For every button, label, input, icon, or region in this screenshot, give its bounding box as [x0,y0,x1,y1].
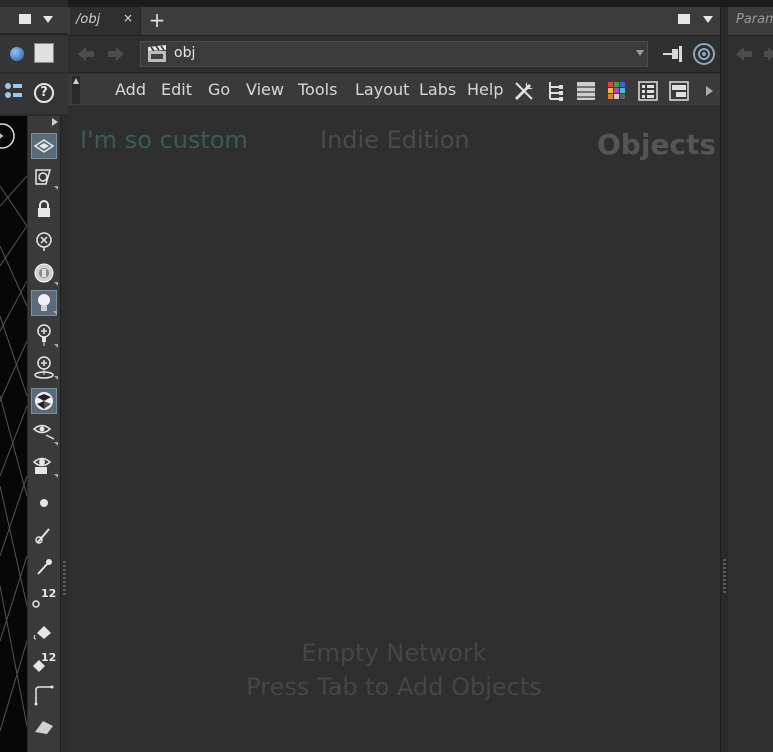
dot-icon[interactable] [31,490,57,516]
point-light-icon[interactable] [31,322,58,348]
add-tab-button[interactable]: + [148,7,166,33]
menu-view[interactable]: View [246,80,284,99]
back-arrow-icon[interactable] [734,44,754,64]
empty-network-hint: Press Tab to Add Objects [246,673,542,701]
tools-icon[interactable] [512,79,536,103]
menu-handle[interactable] [72,76,80,104]
path-field[interactable] [140,41,648,67]
pane-menu-icon[interactable] [43,16,53,23]
clapperboard-icon [146,44,168,64]
angle-curve-icon[interactable] [31,682,57,708]
light-bulb-icon[interactable] [31,290,57,316]
pen-icon[interactable] [31,554,57,580]
tab-obj-label: /obj [76,12,101,27]
shelf-number-1: 12 [41,587,56,600]
menu-add[interactable]: Add [115,80,146,99]
forward-arrow-icon[interactable] [764,44,773,64]
pane-maximize-icon[interactable] [678,14,690,24]
paint-bucket-icon[interactable] [31,618,57,644]
viewport-grid[interactable] [0,116,27,752]
shape-icon[interactable] [31,714,57,740]
pane-maximize-icon[interactable] [19,14,31,24]
outliner-icon[interactable] [4,82,24,104]
tab-close-icon[interactable]: × [123,11,133,25]
camera-lens-icon[interactable] [31,260,58,286]
view-eye-icon[interactable] [31,420,58,446]
spot-light-icon[interactable] [31,354,58,380]
path-dropdown-icon[interactable] [636,50,644,56]
edition-watermark: Indie Edition [320,126,470,154]
pin-icon[interactable] [662,44,684,64]
viewport-toolbar-row [0,36,68,72]
divider-grip-icon[interactable] [723,559,726,595]
custom-watermark: I'm so custom [80,126,248,154]
tree-view-icon[interactable] [544,79,568,103]
viewport-toolbar-row-2: ? [0,74,68,114]
brush-icon[interactable] [31,522,57,548]
link-icon[interactable] [692,42,716,66]
empty-network-message: Empty Network [301,639,487,667]
list-view-icon[interactable] [574,79,598,103]
pane-menu-icon[interactable] [703,16,713,23]
number-point-icon[interactable]: 12 [31,585,57,611]
number-bucket-icon[interactable]: 12 [31,649,57,675]
shelf-buttons: 12 12 [28,116,60,752]
camera-eye-icon[interactable] [31,452,58,478]
back-arrow-icon[interactable] [76,44,96,64]
pane-controls [678,12,714,28]
transform-grid-icon[interactable] [31,133,57,159]
background-display-icon[interactable] [34,43,54,63]
network-view-icon[interactable] [667,79,691,103]
parameter-pane [728,7,773,752]
network-context-label: Objects [597,128,717,161]
color-palette-icon[interactable] [605,79,629,103]
menu-overflow-icon[interactable] [706,86,713,96]
scene-view-tab-bar [0,7,68,34]
menu-tools[interactable]: Tools [298,80,337,99]
cancel-circle-icon[interactable] [31,228,57,254]
collapse-arrow-icon[interactable] [73,78,79,84]
sphere-display-icon[interactable] [10,47,24,61]
menu-edit[interactable]: Edit [161,80,192,99]
menu-labs[interactable]: Labs [419,80,456,99]
handle-curve-icon[interactable] [31,164,58,190]
path-value: obj [174,45,196,61]
divider-grip-icon[interactable] [63,561,66,597]
details-view-icon[interactable] [636,79,660,103]
environment-ball-icon[interactable] [31,388,57,414]
menu-help[interactable]: Help [467,80,503,99]
menu-go[interactable]: Go [208,80,230,99]
tab-parameters-label: Param [736,12,773,27]
lock-icon[interactable] [31,196,57,222]
forward-arrow-icon[interactable] [106,44,126,64]
menu-layout[interactable]: Layout [355,80,409,99]
shelf-number-2: 12 [41,651,56,664]
help-icon[interactable]: ? [34,83,54,103]
parameter-path-bar [728,36,773,72]
